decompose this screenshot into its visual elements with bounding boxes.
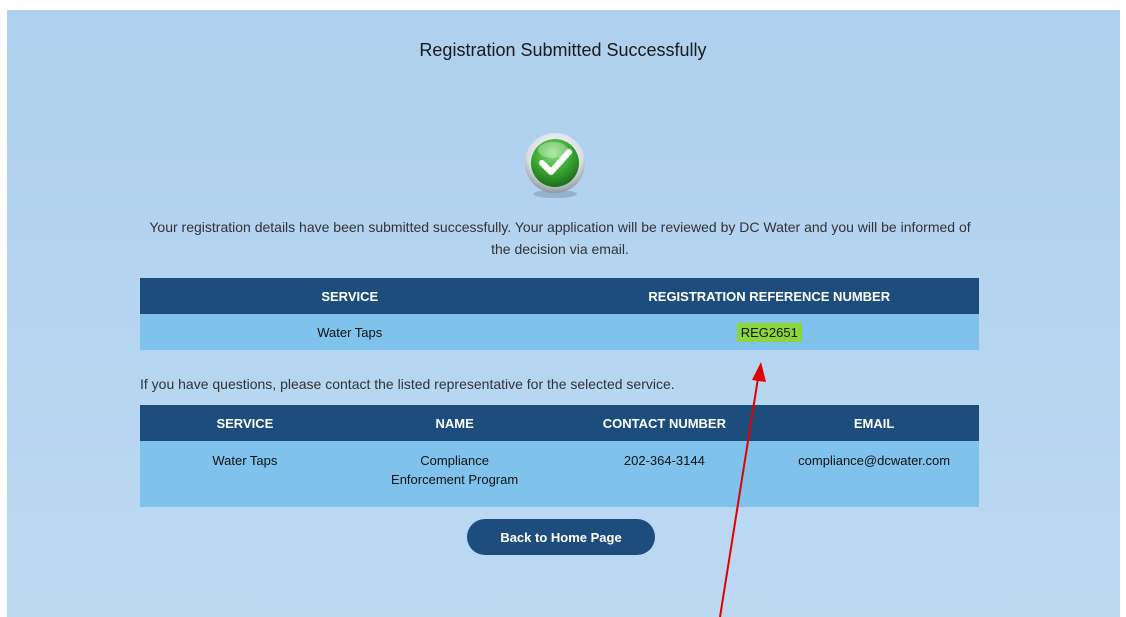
email-cell: compliance@dcwater.com: [769, 441, 979, 507]
column-header-service: SERVICE: [140, 278, 560, 314]
column-header-name: NAME: [349, 405, 560, 441]
table-row: Water Taps REG2651: [140, 314, 979, 350]
column-header-email: EMAIL: [769, 405, 979, 441]
success-message: Your registration details have been subm…: [149, 219, 971, 257]
page-title: Registration Submitted Successfully: [419, 40, 707, 60]
table-header-row: SERVICE NAME CONTACT NUMBER EMAIL: [140, 405, 979, 441]
contact-note: If you have questions, please contact th…: [140, 376, 675, 392]
table-header-row: SERVICE REGISTRATION REFERENCE NUMBER: [140, 278, 979, 314]
contact-table: SERVICE NAME CONTACT NUMBER EMAIL Water …: [140, 405, 979, 507]
check-icon: [525, 133, 585, 198]
service-cell: Water Taps: [140, 441, 350, 507]
phone-cell: 202-364-3144: [559, 441, 770, 507]
service-cell: Water Taps: [140, 314, 560, 350]
contact-name: Compliance Enforcement Program: [391, 453, 519, 487]
registration-table: SERVICE REGISTRATION REFERENCE NUMBER Wa…: [140, 278, 979, 350]
reference-cell: REG2651: [559, 314, 979, 350]
column-header-service: SERVICE: [140, 405, 350, 441]
back-to-home-button[interactable]: Back to Home Page: [467, 519, 655, 555]
table-row: Water Taps Compliance Enforcement Progra…: [140, 441, 979, 507]
column-header-contact-number: CONTACT NUMBER: [559, 405, 770, 441]
reference-number: REG2651: [736, 322, 802, 342]
name-cell: Compliance Enforcement Program: [349, 441, 560, 507]
column-header-reference: REGISTRATION REFERENCE NUMBER: [559, 278, 979, 314]
